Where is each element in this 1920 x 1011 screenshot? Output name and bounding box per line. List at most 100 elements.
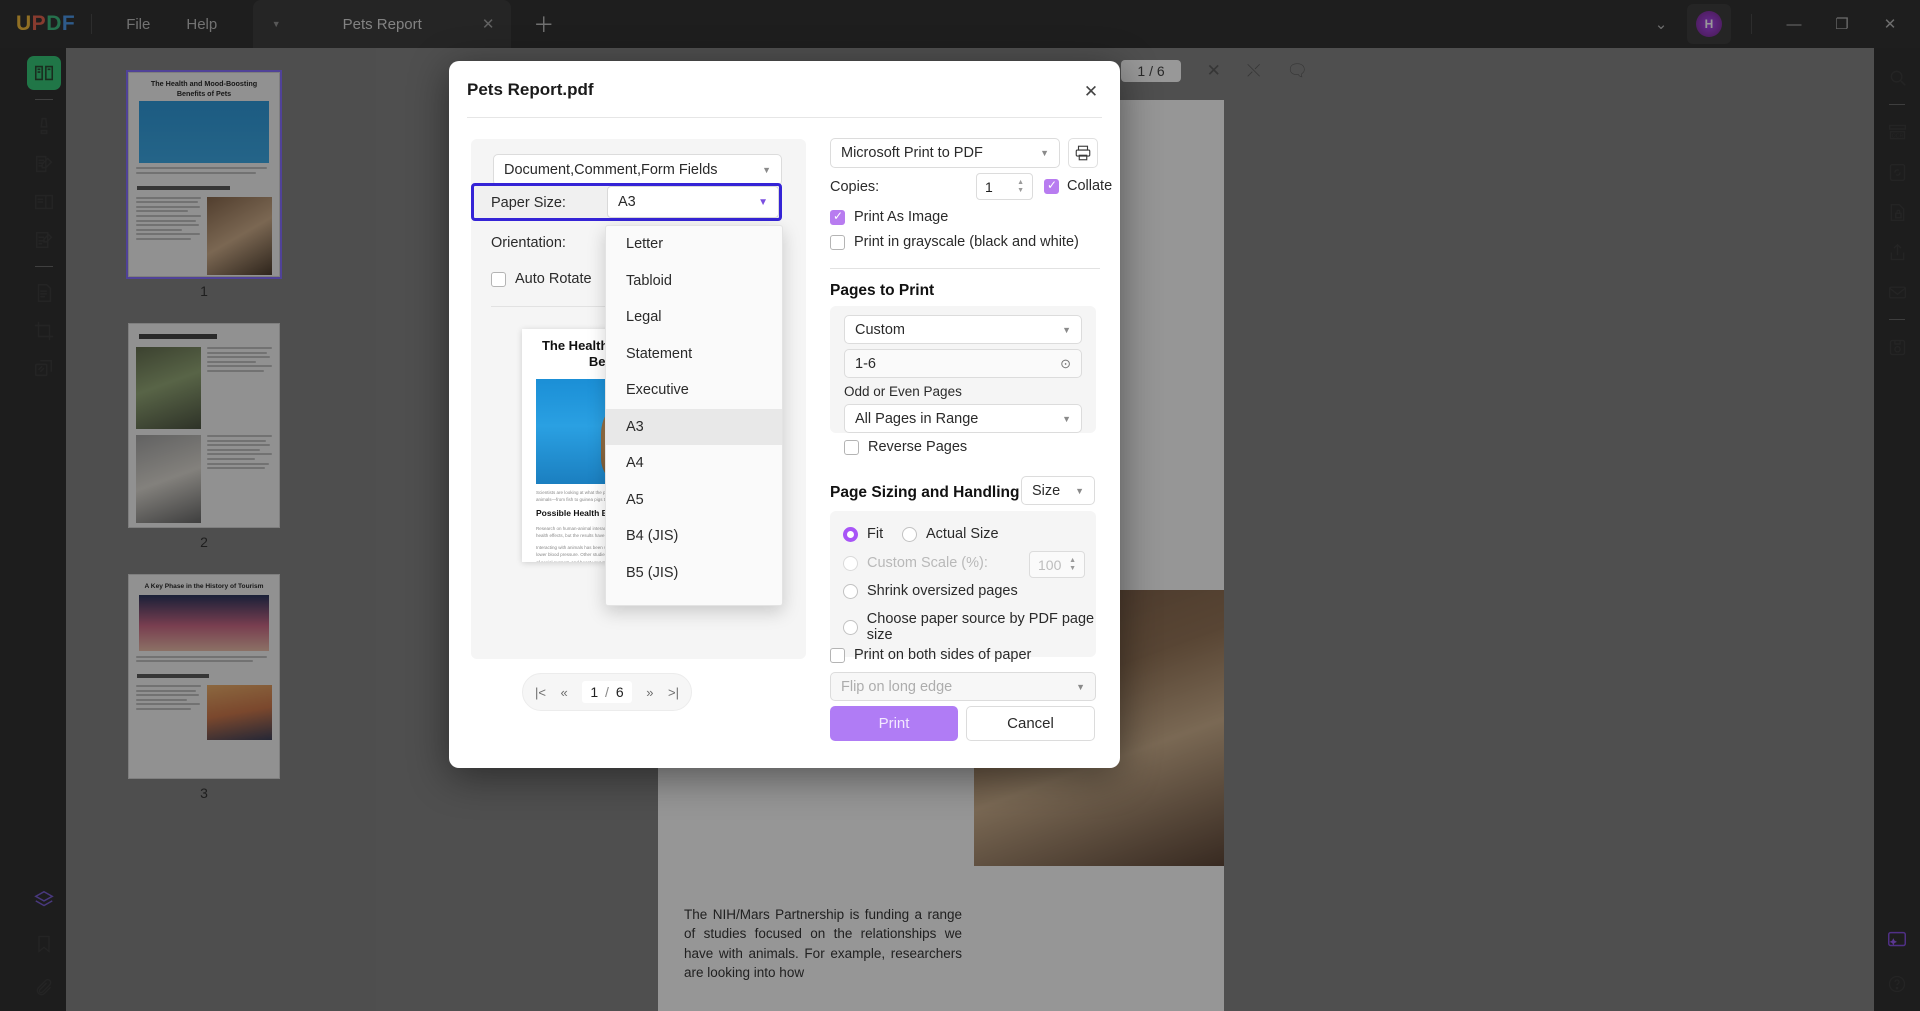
chevron-down-icon[interactable]: ▼ — [1062, 414, 1071, 424]
paper-size-option-b5-jis[interactable]: B5 (JIS) — [606, 555, 782, 592]
dialog-divider — [467, 117, 1102, 118]
chevron-down-icon[interactable]: ▼ — [1076, 682, 1085, 692]
paper-size-option-a3[interactable]: A3 — [606, 408, 782, 445]
both-sides-checkbox[interactable]: Print on both sides of paper — [830, 647, 1031, 663]
paper-size-dropdown-list[interactable]: Letter Tabloid Legal Statement Executive… — [605, 225, 783, 606]
paper-size-option-statement[interactable]: Statement — [606, 336, 782, 373]
chevron-down-icon[interactable]: ▼ — [1075, 486, 1084, 496]
comments-and-forms-select[interactable]: Document,Comment,Form Fields ▼ — [493, 154, 782, 186]
comments-and-forms-value: Document,Comment,Form Fields — [504, 162, 718, 178]
copies-label: Copies: — [830, 179, 880, 195]
print-as-image-label: Print As Image — [854, 209, 949, 225]
reverse-pages-box[interactable] — [844, 439, 859, 455]
paper-size-option-a4[interactable]: A4 — [606, 445, 782, 482]
auto-rotate-checkbox[interactable]: Auto Rotate — [491, 271, 592, 287]
paper-size-select[interactable]: A3 ▼ — [607, 186, 779, 218]
auto-rotate-box[interactable] — [491, 271, 506, 287]
fit-label: Fit — [867, 526, 884, 542]
stepper-up-icon: ▲ — [1069, 557, 1076, 564]
chevron-down-icon[interactable]: ▼ — [762, 165, 771, 175]
pages-range-value: 1-6 — [855, 355, 876, 372]
odd-or-even-value: All Pages in Range — [855, 410, 979, 427]
stepper-down-icon: ▼ — [1069, 565, 1076, 572]
pages-range-input[interactable]: 1-6 ⊙ — [844, 349, 1082, 378]
flip-mode-value: Flip on long edge — [841, 678, 953, 695]
reverse-pages-label: Reverse Pages — [868, 439, 968, 455]
stepper-down-icon: ▼ — [1017, 187, 1024, 194]
custom-scale-label: Custom Scale (%): — [867, 555, 988, 571]
next-page-icon[interactable]: » — [646, 685, 653, 700]
stepper-up-icon: ▲ — [1017, 179, 1024, 186]
chevron-down-icon[interactable]: ▼ — [1040, 148, 1049, 158]
first-page-icon[interactable]: |< — [535, 685, 546, 700]
pages-to-print-heading: Pages to Print — [830, 282, 935, 299]
custom-scale-radio[interactable]: Custom Scale (%): — [843, 555, 988, 571]
copies-value: 1 — [985, 178, 993, 195]
orientation-label: Orientation: — [491, 235, 566, 251]
print-grayscale-label: Print in grayscale (black and white) — [854, 234, 1079, 250]
actual-size-radio-circle[interactable] — [902, 526, 917, 542]
paper-size-option-tabloid[interactable]: Tabloid — [606, 263, 782, 300]
collate-label: Collate — [1067, 178, 1113, 194]
paper-size-option-b4-jis[interactable]: B4 (JIS) — [606, 518, 782, 555]
chevron-down-icon[interactable]: ▼ — [758, 197, 768, 208]
custom-scale-value: 100 — [1038, 556, 1062, 573]
copies-stepper[interactable]: 1 ▲ ▼ — [976, 173, 1033, 200]
preview-pager: |< « 1 / 6 » >| — [522, 673, 692, 711]
last-page-icon[interactable]: >| — [668, 685, 679, 700]
both-sides-label: Print on both sides of paper — [854, 647, 1032, 663]
chevron-down-icon[interactable]: ▼ — [1062, 325, 1071, 335]
copies-stepper-arrows[interactable]: ▲ ▼ — [1017, 179, 1024, 194]
auto-rotate-label: Auto Rotate — [515, 271, 592, 287]
paper-size-option-legal[interactable]: Legal — [606, 299, 782, 336]
help-circle-icon[interactable]: ⊙ — [1060, 356, 1071, 372]
print-as-image-checkbox[interactable]: Print As Image — [830, 209, 948, 225]
previous-page-icon[interactable]: « — [561, 685, 568, 700]
collate-box[interactable] — [1044, 178, 1059, 194]
app-window: UPDF File Help ▼ Pets Report ✕ ＋ ⌄ H — ❐… — [0, 0, 1920, 1011]
print-grayscale-box[interactable] — [830, 234, 845, 250]
close-icon[interactable]: ✕ — [1076, 77, 1106, 107]
flip-mode-select[interactable]: Flip on long edge ▼ — [830, 672, 1096, 701]
paper-source-radio-circle[interactable] — [843, 619, 858, 635]
printer-properties-button[interactable] — [1068, 138, 1098, 168]
print-button[interactable]: Print — [830, 706, 958, 741]
print-grayscale-checkbox[interactable]: Print in grayscale (black and white) — [830, 234, 1079, 250]
odd-or-even-label: Odd or Even Pages — [844, 384, 962, 399]
paper-size-label: Paper Size: — [491, 195, 566, 211]
shrink-oversized-label: Shrink oversized pages — [867, 583, 1018, 599]
preview-page-current[interactable]: 1 / 6 — [582, 681, 632, 703]
right-section-divider-1 — [830, 268, 1100, 269]
printer-value: Microsoft Print to PDF — [841, 145, 983, 161]
fit-radio-circle[interactable] — [843, 526, 858, 542]
print-dialog: Pets Report.pdf ✕ Document,Comment,Form … — [449, 61, 1120, 768]
paper-source-radio[interactable]: Choose paper source by PDF page size — [843, 611, 1120, 643]
pager-separator: / — [605, 684, 609, 700]
page-sizing-heading: Page Sizing and Handling — [830, 484, 1020, 501]
custom-scale-radio-circle[interactable] — [843, 555, 858, 571]
pages-mode-value: Custom — [855, 321, 905, 338]
printer-select[interactable]: Microsoft Print to PDF ▼ — [830, 138, 1060, 168]
collate-checkbox[interactable]: Collate — [1044, 178, 1112, 194]
page-sizing-mode-value: Size — [1032, 482, 1061, 499]
page-sizing-mode-select[interactable]: Size ▼ — [1021, 476, 1095, 505]
custom-scale-stepper[interactable]: 100 ▲ ▼ — [1029, 551, 1085, 578]
both-sides-box[interactable] — [830, 647, 845, 663]
cancel-button[interactable]: Cancel — [966, 706, 1095, 741]
reverse-pages-checkbox[interactable]: Reverse Pages — [844, 439, 967, 455]
paper-size-option-letter[interactable]: Letter — [606, 226, 782, 263]
fit-radio[interactable]: Fit — [843, 526, 883, 542]
shrink-oversized-radio[interactable]: Shrink oversized pages — [843, 583, 1018, 599]
pages-mode-select[interactable]: Custom ▼ — [844, 315, 1082, 344]
actual-size-radio[interactable]: Actual Size — [902, 526, 999, 542]
actual-size-label: Actual Size — [926, 526, 999, 542]
shrink-oversized-radio-circle[interactable] — [843, 583, 858, 599]
custom-scale-stepper-arrows[interactable]: ▲ ▼ — [1069, 557, 1076, 572]
paper-size-value: A3 — [618, 194, 636, 210]
print-as-image-box[interactable] — [830, 209, 845, 225]
paper-size-option-executive[interactable]: Executive — [606, 372, 782, 409]
dialog-title: Pets Report.pdf — [467, 80, 594, 99]
paper-size-option-a5[interactable]: A5 — [606, 482, 782, 519]
paper-source-label: Choose paper source by PDF page size — [866, 611, 1095, 643]
odd-or-even-select[interactable]: All Pages in Range ▼ — [844, 404, 1082, 433]
